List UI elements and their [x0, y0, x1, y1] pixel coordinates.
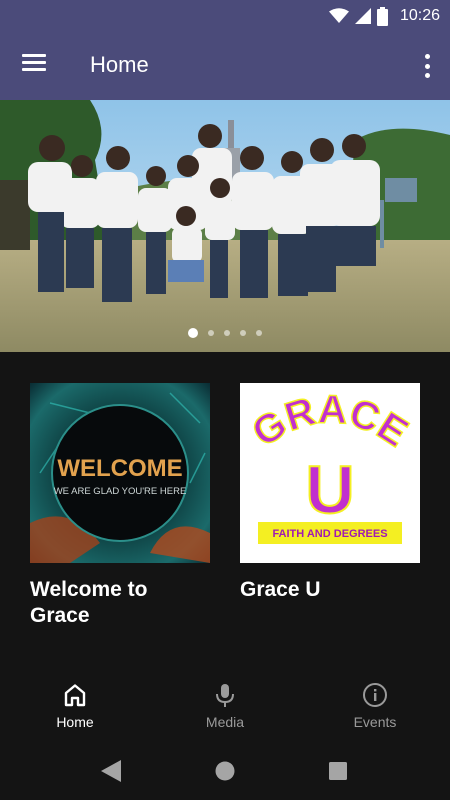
nav-home[interactable]: Home [0, 672, 150, 742]
carousel-dot[interactable] [188, 328, 198, 338]
welcome-thumb-subtitle: WE ARE GLAD YOU'RE HERE [54, 486, 187, 497]
welcome-thumb-title: WELCOME [57, 455, 182, 482]
home-circle-icon[interactable] [215, 760, 235, 782]
card-welcome-to-grace[interactable]: WELCOME WE ARE GLAD YOU'RE HERE Welcome … [30, 383, 210, 629]
info-icon [363, 683, 387, 707]
card-grace-u[interactable]: GRACE U FAITH AND DEGREES Grace U [240, 383, 420, 603]
nav-media[interactable]: Media [150, 672, 300, 742]
system-navigation-bar [0, 742, 450, 800]
grace-thumb-letter: U [305, 452, 354, 528]
app-bar: Home [0, 32, 450, 100]
card-title: Welcome to Grace [30, 578, 148, 627]
carousel-dot[interactable] [240, 330, 246, 336]
hero-group-photo [0, 100, 450, 352]
welcome-thumbnail: WELCOME WE ARE GLAD YOU'RE HERE [30, 383, 210, 563]
status-time: 10:26 [399, 7, 440, 24]
signal-icon [354, 8, 371, 24]
bottom-navigation: Home Media Events [0, 672, 450, 742]
microphone-icon [216, 684, 234, 707]
status-icons: 10:26 [328, 6, 440, 26]
page-title: Home [90, 52, 149, 77]
more-vert-icon[interactable] [420, 52, 434, 80]
card-title: Grace U [240, 578, 321, 601]
nav-label-media: Media [205, 714, 245, 730]
back-icon[interactable] [101, 760, 121, 782]
grace-thumb-subtitle: FAITH AND DEGREES [272, 528, 387, 540]
carousel-dot[interactable] [208, 330, 214, 336]
battery-icon [376, 6, 388, 26]
hero-carousel[interactable] [0, 100, 450, 352]
nav-events[interactable]: Events [300, 672, 450, 742]
wifi-icon [328, 8, 349, 23]
hamburger-menu-icon[interactable] [22, 54, 48, 76]
grace-u-thumbnail: GRACE U FAITH AND DEGREES [240, 383, 420, 563]
recents-icon[interactable] [328, 760, 348, 782]
carousel-dot[interactable] [256, 330, 262, 336]
carousel-dot[interactable] [224, 330, 230, 336]
home-icon [64, 684, 86, 707]
nav-label-events: Events [353, 714, 397, 730]
status-bar: 10:26 [0, 0, 450, 32]
nav-label-home: Home [56, 714, 94, 730]
carousel-indicator [0, 328, 450, 338]
